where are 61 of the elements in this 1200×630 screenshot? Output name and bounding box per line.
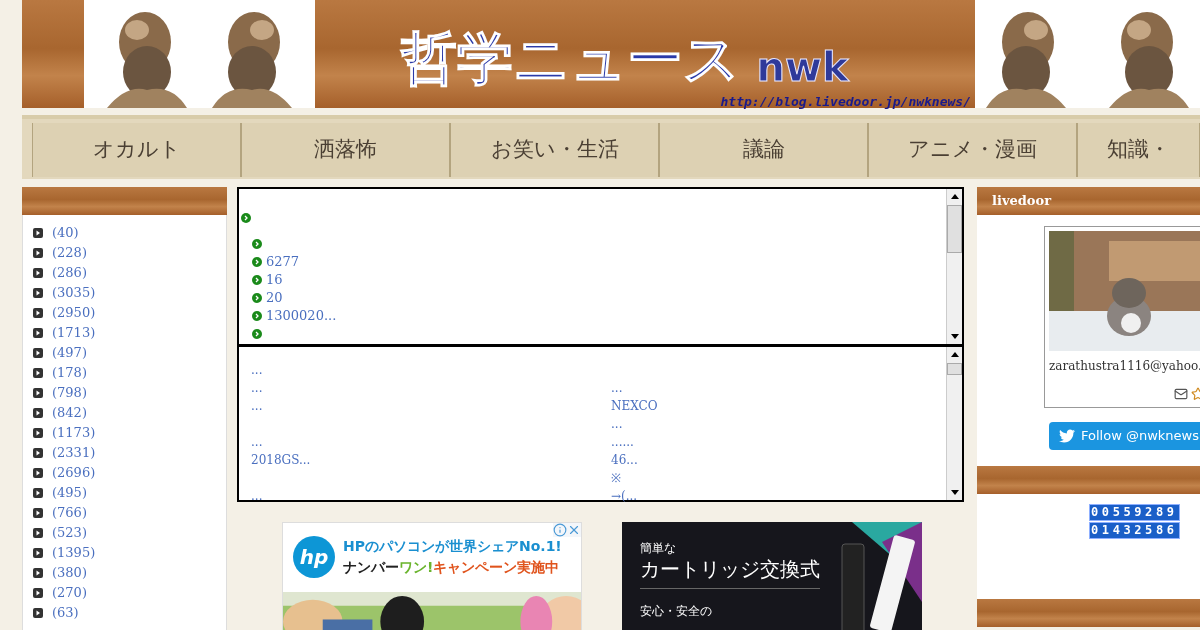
follow-button[interactable]: Follow @nwknews xyxy=(1049,422,1200,450)
visitor-counter: 01432586 xyxy=(1090,523,1179,538)
nav-tab[interactable]: お笑い・生活 xyxy=(450,123,659,177)
ad-text: ナンバー xyxy=(343,558,399,578)
category-link[interactable]: (497) xyxy=(52,343,87,363)
ad-text: 安心・安全の xyxy=(640,603,713,619)
article-link[interactable]: ... xyxy=(611,417,623,431)
news-link[interactable]: 20 xyxy=(266,288,283,308)
site-url[interactable]: http://blog.livedoor.jp/nwknews/ xyxy=(720,95,971,108)
news-link[interactable]: 6277 xyxy=(266,252,300,272)
brand-logo: hp xyxy=(293,536,335,579)
article-link[interactable]: 2018GS... xyxy=(251,453,311,467)
article-link[interactable]: ※ xyxy=(611,471,621,485)
article-link[interactable]: ... xyxy=(251,381,263,395)
ad-headline: カートリッジ交換式 xyxy=(640,556,820,589)
site-title: 哲学ニュース xyxy=(401,31,741,87)
nav-tab[interactable]: 洒落怖 xyxy=(241,123,450,177)
visitor-counter: 00559289 xyxy=(1090,505,1179,520)
article-link[interactable]: ... xyxy=(251,363,263,377)
ad-banner[interactable]: 簡単な カートリッジ交換式 安心・安全の xyxy=(622,522,922,630)
category-link[interactable]: (1173) xyxy=(52,423,96,443)
article-link[interactable]: ... xyxy=(251,489,263,503)
category-link[interactable]: (2950) xyxy=(52,303,96,323)
category-link[interactable]: (270) xyxy=(52,583,87,603)
category-link[interactable]: (3035) xyxy=(52,283,96,303)
ad-text: キャンペーン実施中 xyxy=(433,558,560,578)
category-link[interactable]: (798) xyxy=(52,383,87,403)
ad-banner[interactable]: hp HPのパソコンが世界シェアNo.1! ナンバーワン!キャンペーン実施中 xyxy=(282,522,582,630)
news-link[interactable]: 1300020... xyxy=(266,306,337,326)
category-link[interactable]: (380) xyxy=(52,563,87,583)
category-link[interactable]: (178) xyxy=(52,363,87,383)
ad-text: ワン! xyxy=(399,558,434,578)
section-title: livedoor xyxy=(992,192,1051,211)
article-link[interactable]: ... xyxy=(251,399,263,413)
category-link[interactable]: (2331) xyxy=(52,443,96,463)
ad-text: 簡単な xyxy=(640,540,677,556)
category-link[interactable]: (766) xyxy=(52,503,87,523)
category-link[interactable]: (286) xyxy=(52,263,87,283)
ad-headline: HPのパソコンが世界シェアNo.1! xyxy=(343,537,562,557)
article-link[interactable]: 46... xyxy=(611,453,638,467)
category-link[interactable]: (228) xyxy=(52,243,87,263)
news-link[interactable]: 16 xyxy=(266,270,283,290)
article-link[interactable]: ... xyxy=(251,435,263,449)
category-link[interactable]: (1713) xyxy=(52,323,96,343)
article-link[interactable]: ... xyxy=(611,381,623,395)
category-link[interactable]: (523) xyxy=(52,523,87,543)
category-link[interactable]: (2696) xyxy=(52,463,96,483)
category-link[interactable]: (495) xyxy=(52,483,87,503)
category-link[interactable]: (63) xyxy=(52,603,79,623)
article-link[interactable]: →(... xyxy=(611,489,638,503)
site-title-suffix: nwk xyxy=(756,47,849,87)
nav-tab[interactable]: オカルト xyxy=(32,123,241,177)
category-link[interactable]: (40) xyxy=(52,223,79,243)
profile-email: zarathustra1116@yahoo. xyxy=(1049,358,1200,375)
category-link[interactable]: (1395) xyxy=(52,543,96,563)
nav-tab[interactable]: 議論 xyxy=(659,123,868,177)
category-link[interactable]: (842) xyxy=(52,403,87,423)
article-link[interactable]: NEXCO xyxy=(611,399,658,413)
nav-tab[interactable]: アニメ・漫画 xyxy=(868,123,1077,177)
nav-tab[interactable]: 知識・ xyxy=(1077,123,1200,177)
article-link[interactable]: ...... xyxy=(611,435,634,449)
